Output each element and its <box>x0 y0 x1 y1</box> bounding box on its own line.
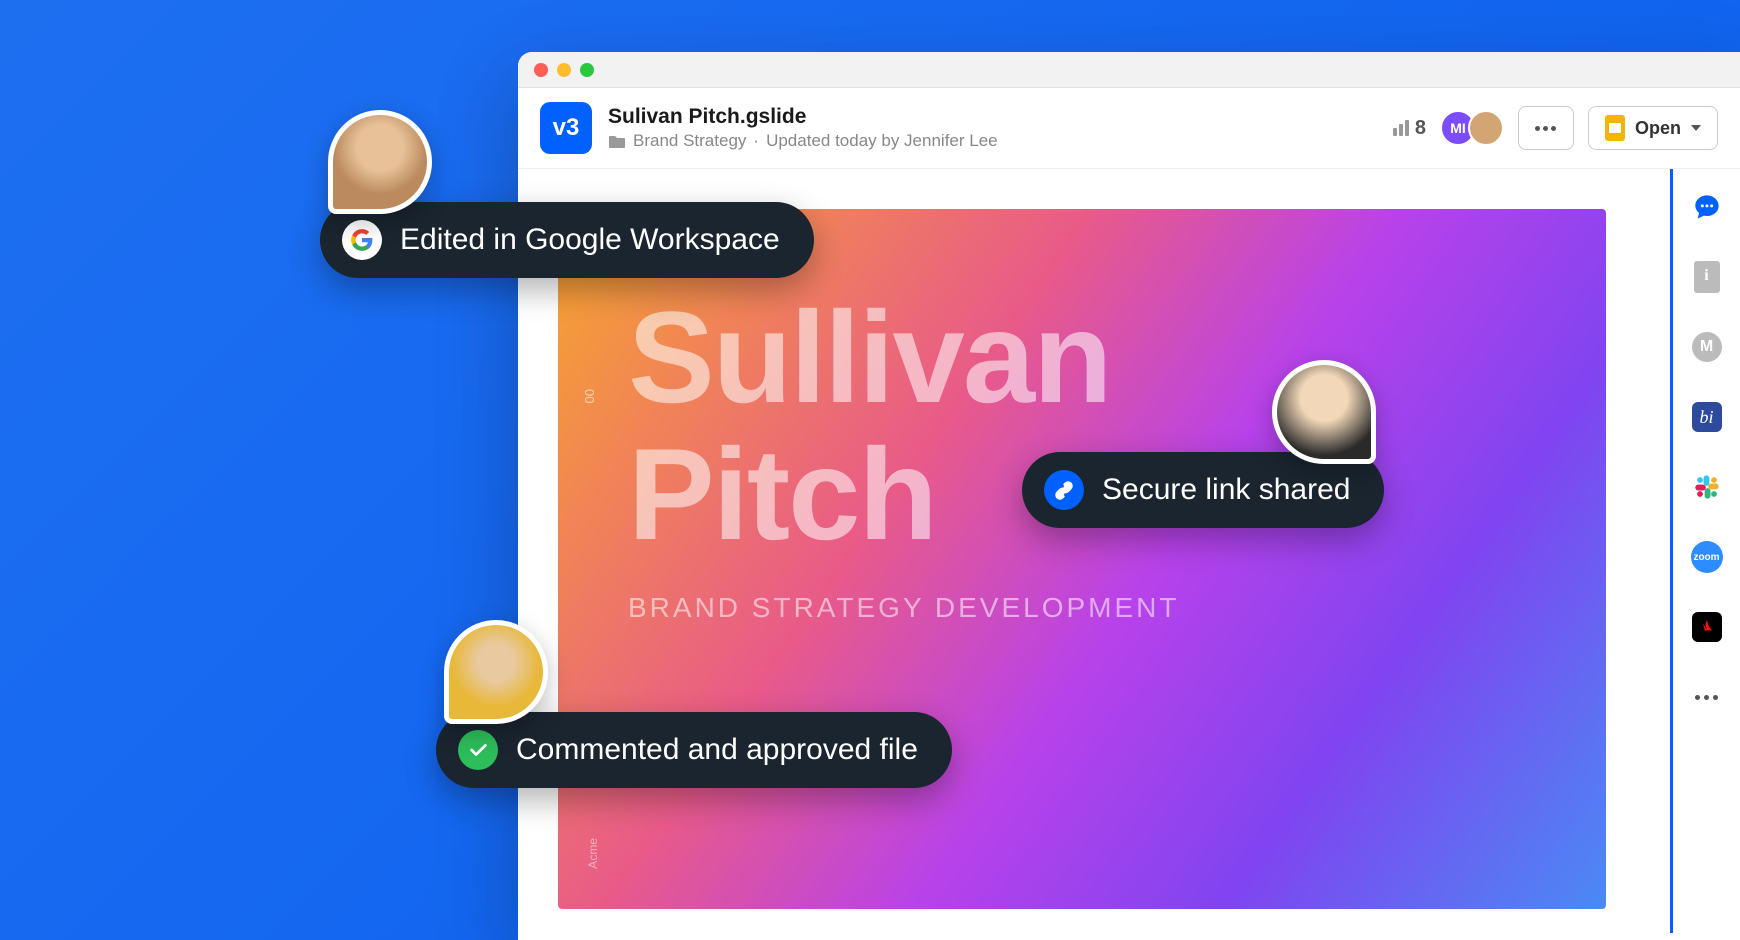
avatar <box>1272 360 1376 464</box>
zoom-icon: zoom <box>1691 541 1723 573</box>
window-close-icon[interactable] <box>534 63 548 77</box>
integration-slack[interactable] <box>1689 469 1725 505</box>
annotation-text: Commented and approved file <box>516 733 918 767</box>
open-label: Open <box>1635 118 1681 139</box>
bars-icon <box>1393 120 1409 136</box>
m-icon: M <box>1692 332 1722 362</box>
google-icon <box>342 220 382 260</box>
open-button[interactable]: Open <box>1588 106 1718 150</box>
annotation-text: Secure link shared <box>1102 473 1350 507</box>
annotation-shared: Secure link shared <box>1022 360 1384 528</box>
window-minimize-icon[interactable] <box>557 63 571 77</box>
slide-footer: Acme <box>586 838 600 869</box>
chevron-down-icon <box>1691 125 1701 131</box>
acrobat-icon <box>1692 612 1722 642</box>
avatar-photo[interactable] <box>1468 110 1504 146</box>
preview-canvas: 00 Sullivan Pitch BRAND STRATEGY DEVELOP… <box>518 169 1670 933</box>
annotation-pill: Edited in Google Workspace <box>320 202 814 278</box>
annotation-approved: Commented and approved file <box>436 620 952 788</box>
annotation-edited: Edited in Google Workspace <box>320 110 814 278</box>
annotation-pill: Commented and approved file <box>436 712 952 788</box>
integration-rail: M bi zoom <box>1670 169 1740 933</box>
slide-preview[interactable]: 00 Sullivan Pitch BRAND STRATEGY DEVELOP… <box>558 209 1606 909</box>
bi-icon: bi <box>1692 402 1722 432</box>
view-stats[interactable]: 8 <box>1393 117 1426 140</box>
header-actions: 8 MI Open <box>1393 106 1718 150</box>
slack-icon <box>1693 473 1721 501</box>
check-icon <box>458 730 498 770</box>
integration-bi[interactable]: bi <box>1689 399 1725 435</box>
info-icon <box>1694 261 1720 293</box>
link-icon <box>1044 470 1084 510</box>
file-info-button[interactable] <box>1689 259 1725 295</box>
google-slides-icon <box>1605 115 1625 141</box>
more-button[interactable] <box>1518 106 1574 150</box>
avatar <box>328 110 432 214</box>
comments-button[interactable] <box>1689 189 1725 225</box>
content-area: 00 Sullivan Pitch BRAND STRATEGY DEVELOP… <box>518 169 1740 933</box>
window-titlebar <box>518 52 1740 88</box>
rail-more-button[interactable] <box>1689 679 1725 715</box>
slide-page-number: 00 <box>582 389 597 403</box>
integration-acrobat[interactable] <box>1689 609 1725 645</box>
annotation-text: Edited in Google Workspace <box>400 223 780 257</box>
views-count: 8 <box>1415 117 1426 140</box>
window-maximize-icon[interactable] <box>580 63 594 77</box>
integration-zoom[interactable]: zoom <box>1689 539 1725 575</box>
integration-m[interactable]: M <box>1689 329 1725 365</box>
collaborator-avatars[interactable]: MI <box>1440 110 1504 146</box>
avatar <box>444 620 548 724</box>
